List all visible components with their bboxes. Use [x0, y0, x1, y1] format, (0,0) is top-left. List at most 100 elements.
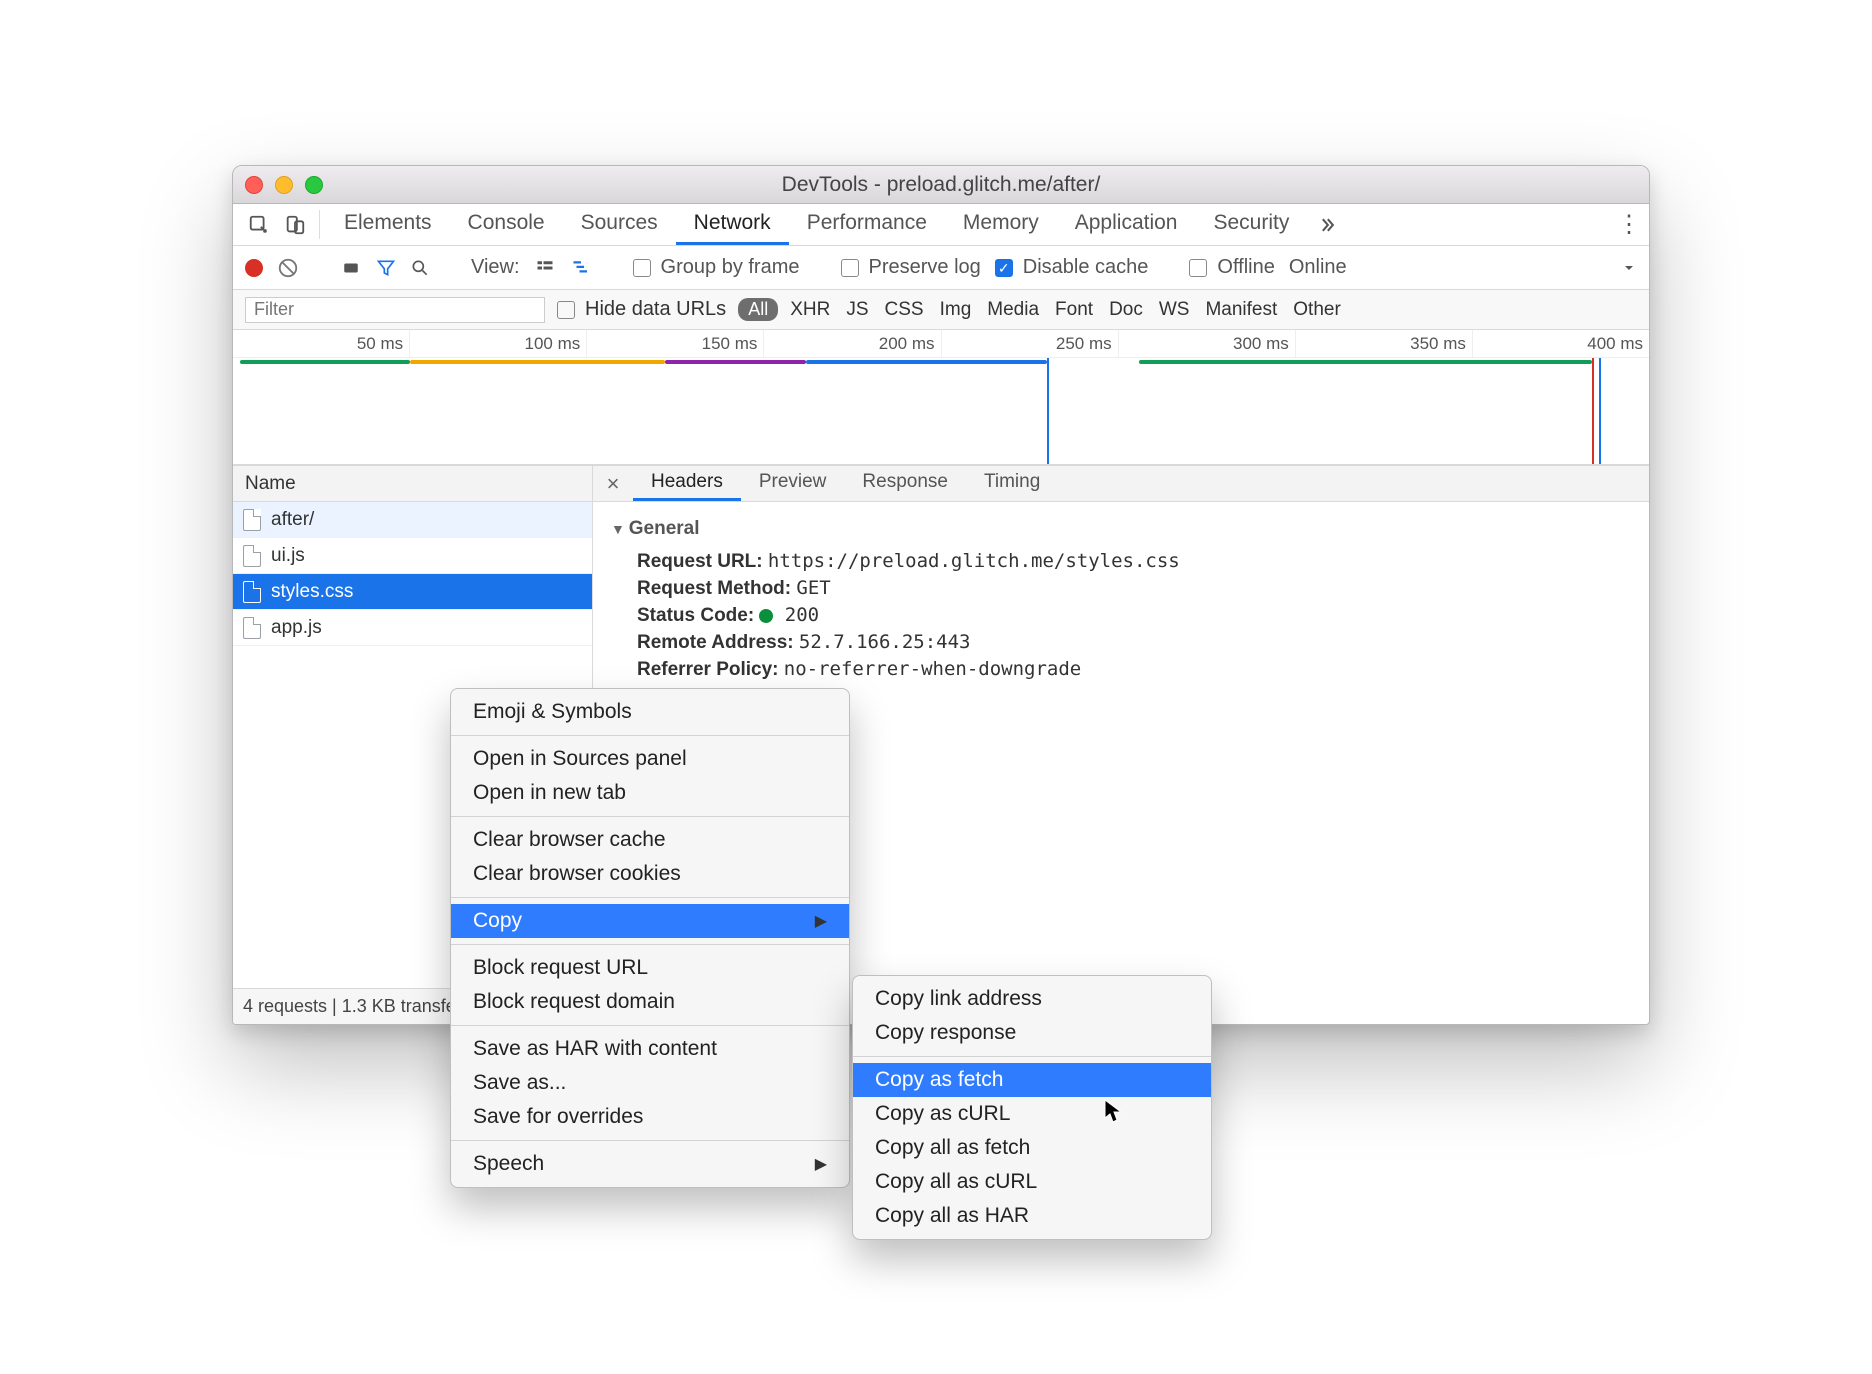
details-tab-preview[interactable]: Preview [741, 466, 845, 501]
menu-item[interactable]: Clear browser cookies [451, 857, 849, 891]
filter-type-manifest[interactable]: Manifest [1205, 299, 1277, 321]
tab-performance[interactable]: Performance [789, 204, 945, 245]
menu-item[interactable]: Copy ▶ [451, 904, 849, 938]
submenu-arrow-icon: ▶ [815, 911, 827, 931]
menu-item[interactable]: Block request domain [451, 985, 849, 1019]
inspect-picker-icon[interactable] [241, 204, 277, 245]
time-tick: 250 ms [942, 330, 1119, 357]
devtools-window: DevTools - preload.glitch.me/after/ Elem… [232, 165, 1650, 1025]
tab-elements[interactable]: Elements [326, 204, 450, 245]
filter-type-media[interactable]: Media [987, 299, 1039, 321]
tab-security[interactable]: Security [1195, 204, 1307, 245]
request-url-row: Request URL: https://preload.glitch.me/s… [637, 550, 1631, 573]
tab-sources[interactable]: Sources [563, 204, 676, 245]
request-row[interactable]: app.js [233, 610, 592, 646]
menu-item[interactable]: Clear browser cache [451, 823, 849, 857]
record-icon[interactable] [245, 259, 263, 277]
hide-data-urls-checkbox[interactable]: Hide data URLs [557, 298, 726, 321]
group-by-frame-checkbox[interactable]: Group by frame [633, 256, 800, 279]
menu-item-label: Copy all as fetch [875, 1136, 1030, 1160]
traffic-lights [245, 176, 323, 194]
file-icon [243, 581, 261, 603]
menu-item[interactable]: Block request URL [451, 951, 849, 985]
menu-item[interactable]: Emoji & Symbols [451, 695, 849, 729]
menu-item[interactable]: Copy all as HAR [853, 1199, 1211, 1233]
domcontentloaded-line [1047, 358, 1049, 464]
menu-item-label: Open in Sources panel [473, 747, 687, 771]
menu-item[interactable]: Copy response [853, 1016, 1211, 1050]
minimize-window-icon[interactable] [275, 176, 293, 194]
filter-input[interactable] [245, 297, 545, 323]
menu-item-label: Clear browser cache [473, 828, 666, 852]
preserve-log-checkbox[interactable]: Preserve log [841, 256, 981, 279]
details-tab-response[interactable]: Response [844, 466, 966, 501]
details-tab-timing[interactable]: Timing [966, 466, 1058, 501]
request-row[interactable]: ui.js [233, 538, 592, 574]
timeline-overview[interactable]: 50 ms100 ms150 ms200 ms250 ms300 ms350 m… [233, 330, 1649, 465]
filter-funnel-icon[interactable] [376, 258, 396, 278]
disable-cache-checkbox[interactable]: Disable cache [995, 256, 1149, 279]
menu-item[interactable]: Copy as fetch [853, 1063, 1211, 1097]
context-menu[interactable]: Emoji & Symbols Open in Sources panel Open… [450, 688, 850, 1188]
throttling-dropdown-icon[interactable] [1621, 260, 1637, 276]
menu-item[interactable]: Save for overrides [451, 1100, 849, 1134]
device-toggle-icon[interactable] [277, 204, 313, 245]
filter-type-img[interactable]: Img [940, 299, 972, 321]
view-waterfall-icon[interactable] [570, 259, 592, 277]
window-titlebar[interactable]: DevTools - preload.glitch.me/after/ [233, 166, 1649, 204]
load-line [1592, 358, 1594, 464]
checkbox-icon [995, 259, 1013, 277]
close-window-icon[interactable] [245, 176, 263, 194]
view-large-icon[interactable] [534, 259, 556, 277]
menu-item[interactable]: Speech▶ [451, 1147, 849, 1181]
copy-submenu[interactable]: Copy link address Copy response Copy as fe… [852, 975, 1212, 1240]
zoom-window-icon[interactable] [305, 176, 323, 194]
tab-memory[interactable]: Memory [945, 204, 1057, 245]
submenu-arrow-icon: ▶ [815, 1154, 827, 1174]
online-label[interactable]: Online [1289, 256, 1347, 279]
filter-type-font[interactable]: Font [1055, 299, 1093, 321]
tab-application[interactable]: Application [1057, 204, 1196, 245]
screenshot-capture-icon[interactable] [340, 259, 362, 277]
referrer-policy-row: Referrer Policy: no-referrer-when-downgr… [637, 658, 1631, 681]
menu-item-label: Copy [473, 909, 522, 933]
menu-item[interactable]: Save as HAR with content [451, 1032, 849, 1066]
request-row[interactable]: styles.css [233, 574, 592, 610]
settings-kebab-icon[interactable]: ⋮ [1609, 204, 1649, 245]
menu-item[interactable]: Open in Sources panel [451, 742, 849, 776]
menu-item[interactable]: Open in new tab [451, 776, 849, 810]
menu-item[interactable]: Copy as cURL [853, 1097, 1211, 1131]
time-ruler: 50 ms100 ms150 ms200 ms250 ms300 ms350 m… [233, 330, 1649, 358]
filter-type-js[interactable]: JS [846, 299, 868, 321]
tab-network[interactable]: Network [676, 204, 789, 245]
menu-separator [451, 897, 849, 898]
filter-all-pill[interactable]: All [738, 298, 778, 321]
timeline-area [233, 358, 1649, 464]
menu-item-label: Copy response [875, 1021, 1016, 1045]
menu-item-label: Copy all as HAR [875, 1204, 1029, 1228]
filter-type-css[interactable]: CSS [885, 299, 924, 321]
filter-type-doc[interactable]: Doc [1109, 299, 1143, 321]
menu-item[interactable]: Copy all as fetch [853, 1131, 1211, 1165]
time-tick: 350 ms [1296, 330, 1473, 357]
filter-type-other[interactable]: Other [1293, 299, 1341, 321]
tab-console[interactable]: Console [450, 204, 563, 245]
filter-type-xhr[interactable]: XHR [790, 299, 830, 321]
section-general[interactable]: General [611, 518, 1631, 540]
details-tab-headers[interactable]: Headers [633, 466, 741, 501]
offline-checkbox[interactable]: Offline [1189, 256, 1274, 279]
menu-item[interactable]: Copy all as cURL [853, 1165, 1211, 1199]
menu-separator [451, 944, 849, 945]
menu-item[interactable]: Save as... [451, 1066, 849, 1100]
filter-type-ws[interactable]: WS [1159, 299, 1190, 321]
request-row[interactable]: after/ [233, 502, 592, 538]
name-column-header[interactable]: Name [233, 466, 592, 502]
close-details-icon[interactable]: × [593, 466, 633, 501]
more-tabs-icon[interactable] [1307, 204, 1347, 245]
event-line [1599, 358, 1601, 464]
menu-item-label: Copy as cURL [875, 1102, 1010, 1126]
timeline-bar [1139, 360, 1592, 364]
menu-item[interactable]: Copy link address [853, 982, 1211, 1016]
clear-icon[interactable] [277, 257, 299, 279]
search-icon[interactable] [410, 258, 430, 278]
